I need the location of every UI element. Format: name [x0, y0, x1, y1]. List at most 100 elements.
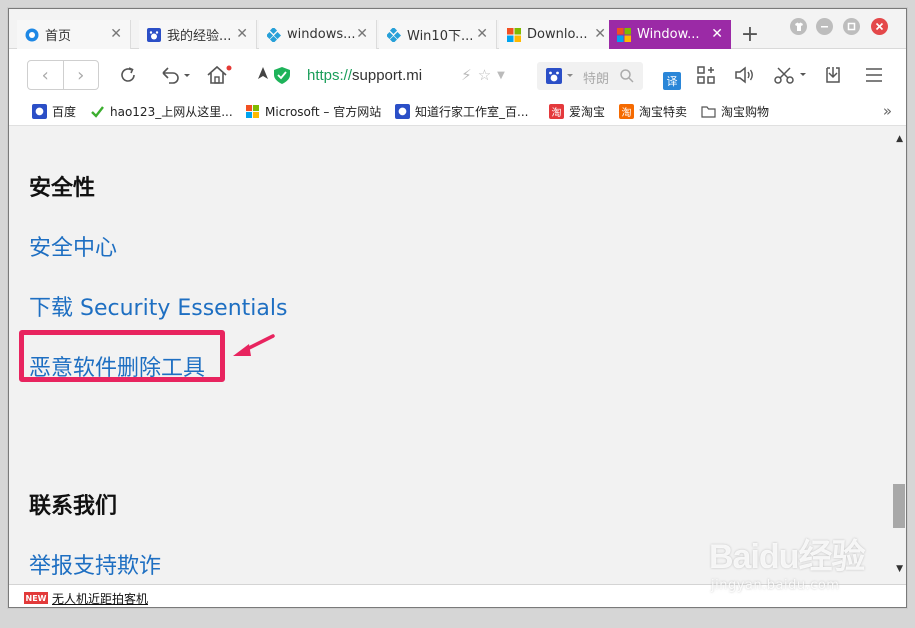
browser-home-icon: [25, 28, 39, 41]
close-icon[interactable]: ✕: [711, 26, 723, 42]
diamond-icon: [267, 27, 281, 42]
toolbar: ‹ › https://support.mi ⚡ ☆ ▼ 特朗 译: [9, 50, 906, 96]
shield-icon: [258, 67, 290, 84]
url-host: support.mi: [352, 67, 423, 84]
downloads-button[interactable]: [821, 63, 845, 87]
bookmark-aitaobao[interactable]: 淘 爱淘宝: [549, 102, 605, 120]
tab-home[interactable]: 首页 ✕: [17, 20, 131, 49]
tab-title: 我的经验...: [167, 29, 232, 44]
close-icon[interactable]: ✕: [476, 26, 488, 42]
chevron-down-icon[interactable]: ▼: [497, 70, 505, 81]
close-icon[interactable]: ✕: [594, 26, 606, 42]
scroll-up-arrow-icon[interactable]: ▲: [896, 134, 903, 144]
taobao-icon: 淘: [549, 103, 564, 119]
lightning-icon[interactable]: ⚡: [461, 66, 472, 84]
address-bar[interactable]: https://support.mi: [307, 67, 422, 84]
tab-experience[interactable]: 我的经验... ✕: [139, 20, 257, 49]
link-security-center[interactable]: 安全中心: [29, 230, 117, 262]
baidu-paw-icon: ●: [395, 103, 410, 119]
microsoft-logo-icon: [507, 27, 521, 42]
volume-button[interactable]: [732, 63, 756, 87]
bookmark-baidu[interactable]: ● 百度: [32, 102, 76, 120]
search-placeholder: 特朗: [583, 72, 610, 87]
translate-button[interactable]: 译: [663, 72, 681, 90]
minimize-button[interactable]: [816, 18, 833, 35]
bookmark-label: 淘宝购物: [721, 104, 770, 119]
section-title-security: 安全性: [29, 176, 96, 201]
baidu-paw-icon: ●: [32, 103, 47, 119]
screenshot-button[interactable]: [771, 63, 811, 87]
speaker-icon: [735, 66, 753, 84]
baidu-paw-icon: [147, 27, 161, 42]
skin-button[interactable]: [790, 18, 807, 35]
close-icon[interactable]: ✕: [110, 26, 122, 42]
microsoft-logo-icon: [245, 104, 260, 119]
new-tab-button[interactable]: +: [731, 20, 769, 49]
close-icon[interactable]: ✕: [236, 26, 248, 42]
tab-windows-active[interactable]: Window... ✕: [609, 20, 731, 49]
bookmark-label: 知道行家工作室_百...: [415, 104, 529, 119]
nav-buttons: ‹ ›: [27, 60, 99, 90]
link-download-security-essentials[interactable]: 下载 Security Essentials: [29, 290, 287, 322]
watermark-url: jingyan.baidu.com: [711, 578, 840, 593]
page-actions: ⚡ ☆ ▼: [449, 63, 517, 87]
scissors-icon: [774, 67, 806, 84]
scrollbar-thumb[interactable]: [893, 484, 905, 528]
tab-title: windows...: [287, 27, 356, 42]
link-malware-removal-tool[interactable]: 恶意软件删除工具: [29, 350, 205, 382]
close-icon[interactable]: ✕: [356, 26, 368, 42]
refresh-button[interactable]: [116, 63, 140, 87]
search-icon[interactable]: [619, 68, 635, 84]
vertical-scrollbar[interactable]: ▲ ▼: [890, 126, 906, 584]
security-indicator[interactable]: [254, 63, 302, 87]
maximize-button[interactable]: [843, 18, 860, 35]
bookmark-microsoft[interactable]: Microsoft – 官方网站: [245, 102, 381, 120]
bookmark-zhidao[interactable]: ● 知道行家工作室_百...: [395, 102, 528, 120]
page-content: 安全性 安全中心 下载 Security Essentials 恶意软件删除工具…: [9, 126, 906, 584]
chevron-right-icon: ›: [77, 64, 85, 86]
bookmark-taobao-sale[interactable]: 淘 淘宝特卖: [619, 102, 687, 120]
bookmark-hao123[interactable]: hao123_上网从这里...: [90, 102, 233, 120]
star-icon[interactable]: ☆: [478, 66, 491, 84]
home-icon: [207, 65, 232, 84]
news-link[interactable]: 无人机近距拍客机: [52, 590, 148, 607]
bookmarks-bar: ● 百度 hao123_上网从这里... Microsoft – 官方网站 ● …: [9, 96, 906, 126]
hamburger-icon: [866, 68, 882, 82]
minimize-icon: [821, 26, 828, 28]
back-button[interactable]: ‹: [28, 61, 64, 89]
tab-title: Win10下...: [407, 29, 474, 44]
folder-icon: [701, 104, 716, 119]
menu-button[interactable]: [862, 63, 886, 87]
tab-win10[interactable]: Win10下... ✕: [379, 20, 497, 49]
baidu-watermark: Baidu经验 jingyan.baidu.com: [709, 529, 865, 593]
grid-plus-icon: [697, 66, 715, 84]
forward-button[interactable]: ›: [64, 61, 99, 89]
scroll-down-arrow-icon[interactable]: ▼: [896, 564, 903, 574]
download-icon: [826, 67, 840, 83]
tab-title: 首页: [45, 29, 72, 44]
hao123-icon: [90, 104, 105, 119]
baidu-paw-icon: [546, 68, 573, 84]
apps-button[interactable]: [694, 63, 718, 87]
bookmark-label: hao123_上网从这里...: [110, 104, 233, 119]
undo-icon: [162, 67, 190, 84]
chevron-double-right-icon[interactable]: »: [883, 102, 892, 120]
close-window-button[interactable]: [871, 18, 888, 35]
bookmark-label: 爱淘宝: [569, 104, 606, 119]
new-badge: NEW: [24, 592, 48, 604]
tab-downloads[interactable]: Downlo... ✕: [499, 20, 615, 49]
tab-windows[interactable]: windows... ✕: [259, 20, 377, 49]
pointer-arrow-icon: [233, 334, 275, 356]
tab-title: Downlo...: [527, 27, 588, 42]
search-box[interactable]: 特朗: [537, 62, 643, 90]
bookmark-taobao-folder[interactable]: 淘宝购物: [701, 102, 769, 120]
taobao-icon: 淘: [619, 103, 634, 119]
home-button[interactable]: [203, 63, 235, 87]
bookmark-label: 淘宝特卖: [639, 104, 688, 119]
undo-close-button[interactable]: [155, 63, 195, 87]
browser-window: 首页 ✕ 我的经验... ✕ windows... ✕ Win10下... ✕ …: [8, 8, 907, 608]
shirt-icon: [794, 22, 803, 31]
link-report-scam[interactable]: 举报支持欺诈: [29, 548, 161, 580]
diamond-icon: [387, 27, 401, 42]
close-icon: [875, 22, 884, 31]
